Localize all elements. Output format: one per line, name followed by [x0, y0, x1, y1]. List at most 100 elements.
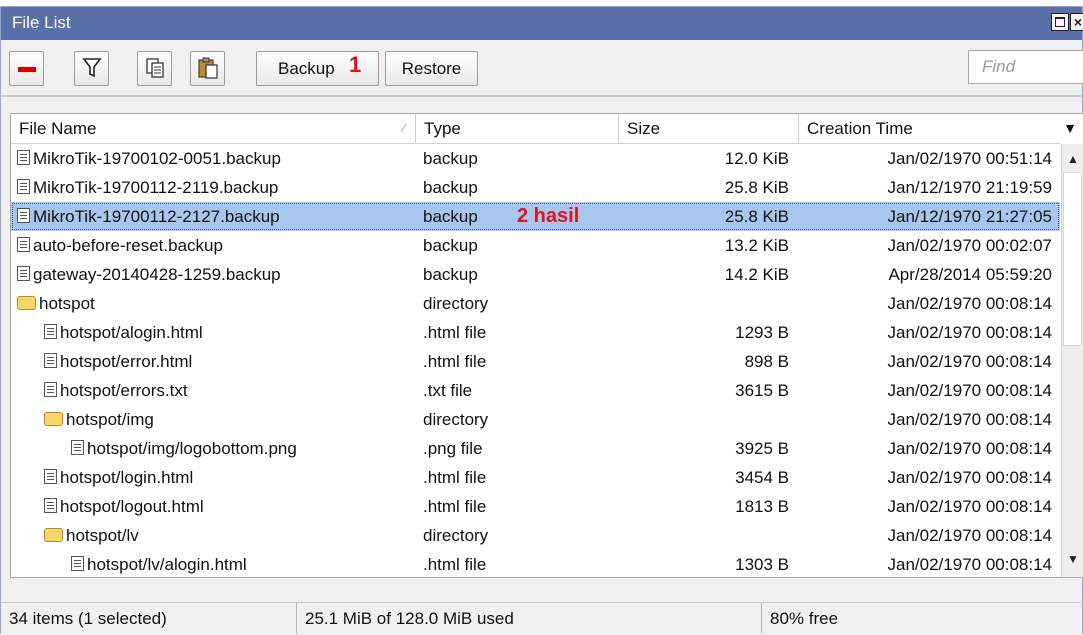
cell-file-name: hotspot/lv	[11, 521, 449, 550]
cell-file-name: MikroTik-19700102-0051.backup	[11, 144, 422, 173]
vertical-scrollbar[interactable]: ▲ ▼	[1061, 144, 1083, 577]
funnel-icon	[81, 58, 102, 78]
file-name-label: hotspot/login.html	[60, 468, 194, 487]
scroll-up-icon[interactable]: ▲	[1066, 152, 1080, 166]
cell-creation-time: Jan/12/1970 21:19:59	[887, 178, 1052, 197]
file-icon	[17, 237, 30, 253]
filter-button[interactable]	[74, 51, 109, 86]
cell-size: 25.8 KiB	[724, 207, 789, 226]
cell-size: 1813 B	[735, 497, 789, 516]
cell-creation-time: Jan/02/1970 00:08:14	[887, 526, 1052, 545]
table-row[interactable]: hotspot/errors.txt .txt file 3615 B Jan/02/…	[11, 376, 1060, 405]
table-row[interactable]: MikroTik-19700102-0051.backup backup 12.0 …	[11, 144, 1060, 173]
table-row[interactable]: hotspot/lv/alogin.html .html file 1303 B Ja…	[11, 550, 1060, 579]
cell-creation-time: Jan/02/1970 00:08:14	[887, 555, 1052, 574]
table-row[interactable]: hotspot/lv directory Jan/02/1970 00:08:14	[11, 521, 1060, 550]
cell-file-name: hotspot/error.html	[11, 347, 449, 376]
cell-creation-time: Jan/02/1970 00:51:14	[887, 149, 1052, 168]
file-name-label: hotspot/lv	[66, 526, 139, 545]
cell-type: backup	[423, 149, 478, 168]
cell-file-name: hotspot/login.html	[11, 463, 449, 492]
cell-size: 3454 B	[735, 468, 789, 487]
backup-button-label: Backup	[278, 59, 335, 78]
cell-file-name: hotspot/img/logobottom.png	[11, 434, 476, 463]
remove-button[interactable]	[9, 51, 44, 86]
annotation-marker-1: 1	[349, 52, 362, 77]
find-input[interactable]: Find	[968, 50, 1083, 84]
column-header-file-name[interactable]: File Name ⁄	[11, 114, 416, 143]
cell-file-name: auto-before-reset.backup	[11, 231, 422, 260]
scroll-thumb[interactable]	[1063, 172, 1082, 346]
cell-file-name: hotspot/logout.html	[11, 492, 449, 521]
column-label: File Name	[19, 119, 97, 138]
status-disk-usage: 25.1 MiB of 128.0 MiB used	[297, 603, 762, 634]
cell-creation-time: Jan/02/1970 00:08:14	[887, 323, 1052, 342]
file-name-label: hotspot/img/logobottom.png	[87, 439, 297, 458]
table-row[interactable]: hotspot/alogin.html .html file 1293 B Jan/0…	[11, 318, 1060, 347]
file-icon	[44, 324, 57, 340]
table-row[interactable]: hotspot/img directory Jan/02/1970 00:08:14	[11, 405, 1060, 434]
column-header-type[interactable]: Type	[416, 114, 619, 143]
cell-type: .html file	[423, 352, 487, 371]
cell-file-name: MikroTik-19700112-2127.backup	[11, 202, 422, 231]
backup-button[interactable]: Backup 1	[256, 51, 379, 86]
file-icon	[17, 150, 30, 166]
cell-file-name: gateway-20140428-1259.backup	[11, 260, 422, 289]
scroll-down-icon[interactable]: ▼	[1066, 552, 1080, 566]
cell-file-name: hotspot/errors.txt	[11, 376, 449, 405]
cell-type: .html file	[423, 323, 487, 342]
cell-size: 12.0 KiB	[724, 149, 789, 168]
cell-size	[619, 521, 789, 550]
cell-creation-time: Apr/28/2014 05:59:20	[888, 265, 1052, 284]
column-header-size[interactable]: Size	[619, 114, 799, 143]
paste-button[interactable]	[190, 51, 225, 86]
column-header-creation-time[interactable]: Creation Time	[799, 114, 1060, 143]
table-row[interactable]: MikroTik-19700112-2119.backup backup 25.8 …	[11, 173, 1060, 202]
cell-size: 3615 B	[735, 381, 789, 400]
paste-icon	[197, 57, 218, 79]
cell-creation-time: Jan/02/1970 00:08:14	[887, 410, 1052, 429]
table-row[interactable]: hotspot/error.html .html file 898 B Jan/02/…	[11, 347, 1060, 376]
cell-file-name: hotspot	[11, 289, 422, 318]
restore-button[interactable]: Restore	[385, 51, 478, 86]
cell-creation-time: Jan/02/1970 00:08:14	[887, 381, 1052, 400]
file-icon	[17, 179, 30, 195]
cell-file-name: MikroTik-19700112-2119.backup	[11, 173, 422, 202]
title-bar: File List ×	[1, 7, 1083, 40]
cell-size	[619, 405, 789, 434]
table-row[interactable]: hotspot/img/logobottom.png .png file 3925 …	[11, 434, 1060, 463]
cell-size: 1293 B	[735, 323, 789, 342]
close-icon[interactable]: ×	[1070, 13, 1083, 31]
file-name-label: MikroTik-19700112-2119.backup	[33, 178, 279, 197]
cell-file-name: hotspot/img	[11, 405, 449, 434]
file-name-label: gateway-20140428-1259.backup	[33, 265, 281, 284]
file-name-label: MikroTik-19700102-0051.backup	[33, 149, 281, 168]
table-row[interactable]: hotspot/login.html .html file 3454 B Jan/02…	[11, 463, 1060, 492]
table-row[interactable]: gateway-20140428-1259.backup backup 14.2 K…	[11, 260, 1060, 289]
copy-icon	[145, 58, 164, 78]
cell-file-name: hotspot/lv/alogin.html	[11, 550, 476, 579]
column-menu-icon[interactable]: ▼	[1062, 120, 1078, 136]
file-name-label: hotspot/logout.html	[60, 497, 204, 516]
status-item-count: 34 items (1 selected)	[1, 603, 297, 634]
file-name-label: hotspot	[39, 294, 95, 313]
table-body: MikroTik-19700102-0051.backup backup 12.0 …	[11, 144, 1060, 579]
table-row[interactable]: auto-before-reset.backup backup 13.2 KiB Ja…	[11, 231, 1060, 260]
copy-button[interactable]	[137, 51, 172, 86]
file-name-label: hotspot/lv/alogin.html	[87, 555, 247, 574]
cell-creation-time: Jan/02/1970 00:08:14	[887, 468, 1052, 487]
cell-creation-time: Jan/12/1970 21:27:05	[887, 207, 1052, 226]
file-icon	[71, 440, 84, 456]
maximize-icon[interactable]	[1051, 13, 1069, 31]
cell-type: backup	[423, 178, 478, 197]
cell-type: backup	[423, 236, 478, 255]
table-row[interactable]: hotspot/logout.html .html file 1813 B Jan/0…	[11, 492, 1060, 521]
table-row[interactable]: hotspot directory Jan/02/1970 00:08:14	[11, 289, 1060, 318]
file-icon	[17, 208, 30, 224]
file-table: File Name ⁄ Type Size Creation Time ▼ Mi…	[10, 113, 1083, 578]
folder-icon	[44, 411, 63, 426]
file-icon	[44, 498, 57, 514]
cell-type: directory	[423, 526, 489, 545]
table-row[interactable]: MikroTik-19700112-2127.backup backup 25.8 …	[11, 202, 1060, 231]
cell-size: 13.2 KiB	[724, 236, 789, 255]
